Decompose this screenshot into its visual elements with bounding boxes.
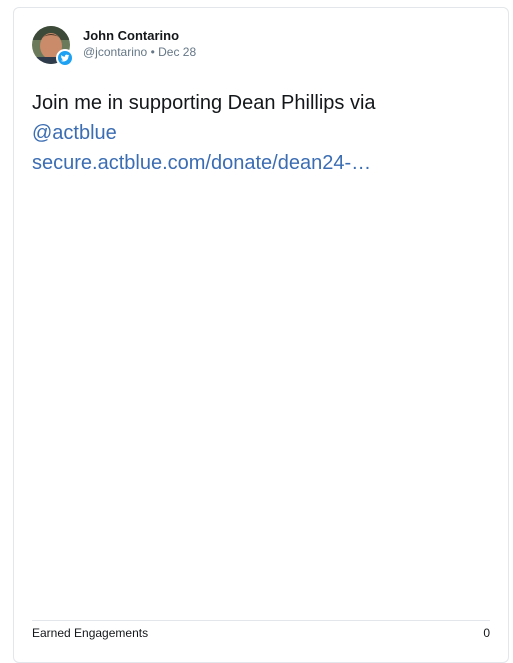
tweet-text-line: Join me in supporting Dean Phillips via (32, 92, 376, 114)
author-handle[interactable]: @jcontarino (83, 45, 147, 59)
post-date[interactable]: Dec 28 (158, 45, 196, 59)
tweet-text: Join me in supporting Dean Phillips via … (32, 88, 492, 178)
author-info: John Contarino @jcontarino • Dec 28 (83, 26, 196, 60)
url-link[interactable]: secure.actblue.com/donate/dean24-… (32, 148, 492, 178)
post-header: John Contarino @jcontarino • Dec 28 (32, 26, 196, 67)
twitter-bird-icon (56, 49, 74, 67)
meta-separator: • (150, 45, 155, 59)
post-card: John Contarino @jcontarino • Dec 28 Join… (13, 7, 509, 663)
engagement-footer: Earned Engagements 0 (32, 620, 490, 641)
engagements-label: Earned Engagements (32, 626, 149, 640)
mention-link[interactable]: @actblue (32, 118, 492, 148)
engagements-value: 0 (483, 626, 490, 640)
author-name[interactable]: John Contarino (83, 28, 196, 44)
author-meta: @jcontarino • Dec 28 (83, 44, 196, 60)
avatar-container[interactable] (32, 26, 74, 67)
